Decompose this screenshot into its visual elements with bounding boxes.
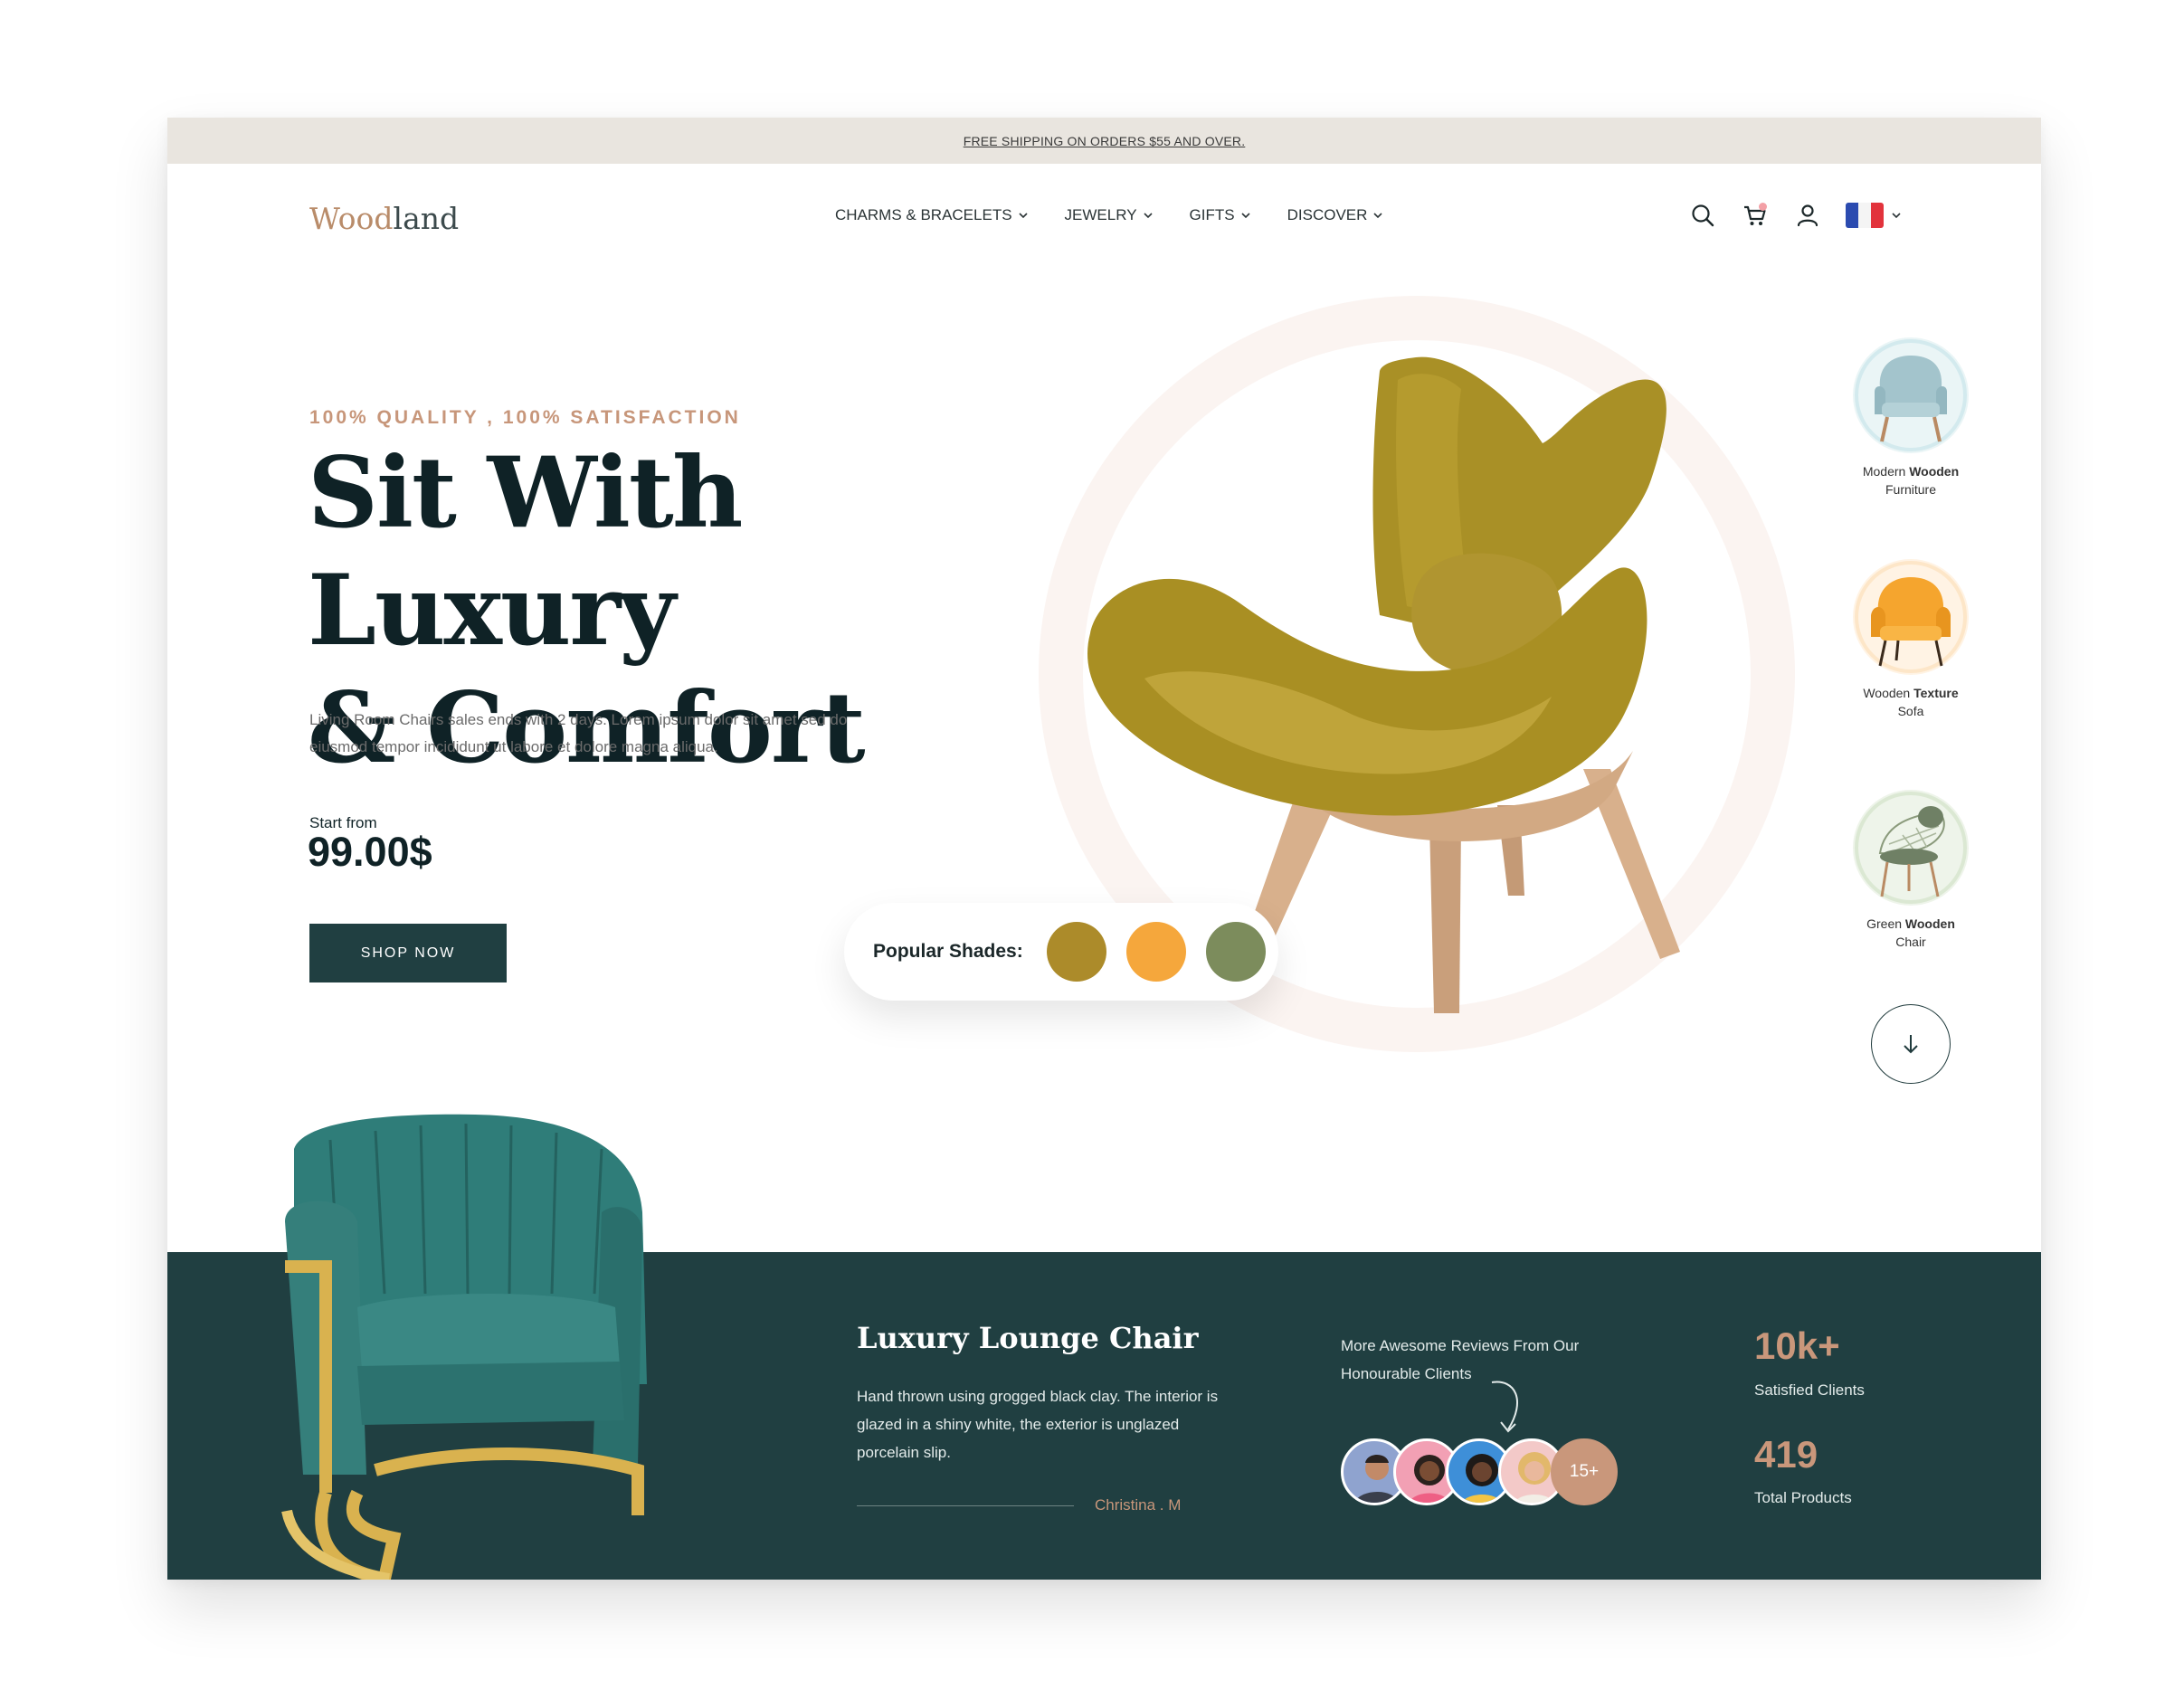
featured-author: Christina . M: [1095, 1496, 1182, 1514]
chevron-down-icon: [1373, 213, 1382, 219]
nav-item-label: DISCOVER: [1287, 206, 1368, 223]
featured-description: Hand thrown using grogged black clay. Th…: [857, 1388, 1219, 1461]
chevron-down-icon: [1018, 213, 1028, 219]
stat-products-label: Total Products: [1754, 1489, 1852, 1506]
logo[interactable]: Woodland: [309, 201, 459, 236]
curved-arrow-icon: [1491, 1381, 1518, 1433]
user-icon[interactable]: [1793, 201, 1822, 230]
nav-item-discover[interactable]: DISCOVER: [1287, 206, 1384, 224]
divider: [857, 1505, 1074, 1506]
nav-item-gifts[interactable]: GIFTS: [1190, 206, 1251, 224]
stat-clients-label: Satisfied Clients: [1754, 1381, 1865, 1399]
chevron-down-icon: [1143, 213, 1153, 219]
chevron-down-icon: [1241, 213, 1250, 219]
chair-icon: [1855, 792, 1967, 904]
reviews-text: More Awesome Reviews From Our Honourable…: [1341, 1337, 1580, 1382]
logo-part1: Wood: [309, 201, 394, 236]
more-reviews-badge[interactable]: 15+: [1551, 1438, 1618, 1505]
flag-france-icon: [1846, 203, 1884, 228]
nav-item-label: JEWELRY: [1064, 206, 1137, 223]
featured-title: Luxury Lounge Chair: [857, 1321, 1199, 1355]
website-frame: FREE SHIPPING ON ORDERS $55 AND OVER. Wo…: [167, 118, 2041, 1580]
armchair-icon: [1855, 339, 1967, 451]
category-thumb: [1853, 790, 1969, 906]
nav-item-charms-bracelets[interactable]: CHARMS & BRACELETS: [835, 206, 1029, 224]
popular-shades: Popular Shades:: [844, 903, 1278, 1001]
cart-icon[interactable]: [1741, 201, 1770, 230]
category-label: Modern Wooden Furniture: [1862, 464, 1960, 497]
hero-description: Living Room Chairs sales ends with 2 day…: [309, 711, 848, 755]
cart-badge: [1759, 203, 1767, 211]
category-modern-wooden-furniture[interactable]: Modern Wooden Furniture: [1843, 337, 1979, 498]
arrow-down-icon: [1904, 1035, 1918, 1054]
shade-swatch-mustard[interactable]: [1046, 922, 1106, 982]
shades-label: Popular Shades:: [873, 941, 1023, 962]
armchair-icon: [1855, 561, 1967, 673]
shade-swatch-orange[interactable]: [1125, 922, 1186, 982]
category-label: Wooden Texture Sofa: [1863, 686, 1959, 718]
category-label: Green Wooden Chair: [1866, 916, 1955, 949]
stat-products-value: 419: [1754, 1433, 1818, 1476]
hero-eyebrow: 100% QUALITY , 100% SATISFACTION: [309, 407, 741, 428]
header-actions: [1688, 201, 1902, 230]
scroll-down-button[interactable]: [1871, 1004, 1951, 1084]
lounge-chair-image: [281, 1114, 647, 1580]
nav-item-label: GIFTS: [1189, 206, 1235, 223]
review-avatars: 15+: [1341, 1438, 1618, 1505]
category-thumb: [1853, 337, 1969, 453]
free-shipping-link[interactable]: FREE SHIPPING ON ORDERS $55 AND OVER.: [964, 134, 1246, 148]
category-green-wooden-chair[interactable]: Green Wooden Chair: [1843, 790, 1979, 951]
nav-item-jewelry[interactable]: JEWELRY: [1065, 206, 1154, 224]
logo-part2: land: [393, 201, 460, 236]
announcement-bar: FREE SHIPPING ON ORDERS $55 AND OVER.: [167, 118, 2041, 164]
language-selector[interactable]: [1846, 203, 1902, 228]
price-value: 99.00$: [308, 829, 432, 875]
shop-now-button[interactable]: SHOP NOW: [309, 924, 507, 982]
category-wooden-texture-sofa[interactable]: Wooden Texture Sofa: [1843, 559, 1979, 720]
nav-item-label: CHARMS & BRACELETS: [835, 206, 1012, 223]
main-nav: CHARMS & BRACELETS JEWELRY GIFTS DISCOVE…: [835, 206, 1383, 224]
search-icon[interactable]: [1688, 201, 1717, 230]
hero-headline-line1: Sit With Luxury: [308, 436, 743, 668]
shade-swatch-green[interactable]: [1205, 922, 1266, 982]
category-thumb: [1853, 559, 1969, 675]
chevron-down-icon: [1892, 213, 1901, 219]
stat-clients-value: 10k+: [1754, 1324, 1840, 1367]
